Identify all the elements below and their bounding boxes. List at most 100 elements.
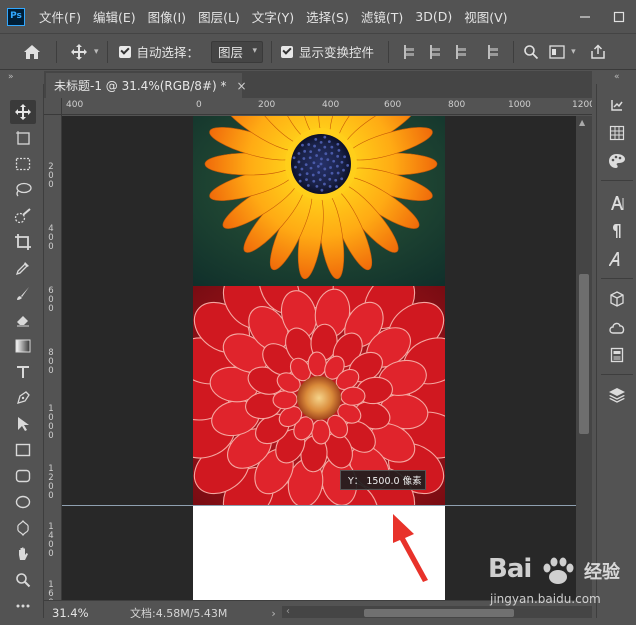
menu-select[interactable]: 选择(S) bbox=[306, 7, 349, 26]
type-tool-icon[interactable] bbox=[10, 360, 36, 384]
menu-bar: Ps 文件(F) 编辑(E) 图像(I) 图层(L) 文字(Y) 选择(S) 滤… bbox=[0, 0, 636, 33]
align-left-icon[interactable] bbox=[402, 44, 416, 59]
quick-select-tool-icon[interactable] bbox=[10, 204, 36, 228]
panel-dock bbox=[596, 84, 636, 625]
horizontal-ruler[interactable]: 400 0 200 400 600 800 1000 1200 bbox=[62, 98, 592, 115]
ruler-label: 800 bbox=[448, 100, 466, 110]
home-icon[interactable] bbox=[22, 42, 42, 62]
color-palette-icon[interactable] bbox=[605, 150, 629, 172]
ruler-label: 1400 bbox=[48, 522, 54, 559]
align-right-icon[interactable] bbox=[454, 44, 468, 59]
menu-edit[interactable]: 编辑(E) bbox=[93, 7, 136, 26]
show-transform-label: 显示变换控件 bbox=[299, 45, 375, 60]
watermark-url: jingyan.baidu.com bbox=[490, 592, 601, 606]
chevron-down-icon[interactable]: ▾ bbox=[571, 47, 576, 57]
ruler-label: 600 bbox=[48, 286, 54, 314]
vertical-scroll-thumb[interactable] bbox=[579, 274, 589, 434]
separator bbox=[601, 278, 633, 279]
canvas-area[interactable]: Y： 1500.0 像素 bbox=[62, 116, 576, 600]
artboard-tool-icon[interactable] bbox=[10, 126, 36, 150]
zoom-tool-icon[interactable] bbox=[10, 568, 36, 592]
crop-tool-icon[interactable] bbox=[10, 230, 36, 254]
close-icon[interactable]: × bbox=[237, 79, 247, 93]
ruler-label: 400 bbox=[48, 224, 54, 252]
minimize-icon[interactable] bbox=[568, 0, 602, 33]
menu-3d[interactable]: 3D(D) bbox=[415, 9, 452, 24]
lasso-tool-icon[interactable] bbox=[10, 178, 36, 202]
watermark-brand-suffix: 经验 bbox=[584, 562, 620, 583]
eraser-tool-icon[interactable] bbox=[10, 308, 36, 332]
brush-tool-icon[interactable] bbox=[10, 282, 36, 306]
separator bbox=[271, 40, 273, 63]
ruler-origin[interactable] bbox=[44, 98, 62, 115]
menu-filter[interactable]: 滤镜(T) bbox=[361, 7, 403, 26]
ruler-label: 400 bbox=[66, 100, 84, 110]
vertical-scrollbar[interactable]: ▲ bbox=[576, 116, 592, 600]
ruler-label: 400 bbox=[322, 100, 340, 110]
paw-logo-icon bbox=[543, 557, 574, 584]
separator bbox=[601, 374, 633, 375]
menu-layer[interactable]: 图层(L) bbox=[198, 7, 240, 26]
maximize-icon[interactable] bbox=[602, 0, 636, 33]
rectangle-tool-icon[interactable] bbox=[10, 438, 36, 462]
gradient-tool-icon[interactable] bbox=[10, 334, 36, 358]
pen-tool-icon[interactable] bbox=[10, 386, 36, 410]
layers-icon[interactable] bbox=[605, 384, 629, 406]
ruler-label: 1200 bbox=[48, 464, 54, 501]
properties-icon[interactable] bbox=[605, 344, 629, 366]
swatches-icon[interactable] bbox=[605, 122, 629, 144]
annotation-arrow-icon bbox=[393, 514, 428, 582]
photo-orange-daisy bbox=[193, 116, 445, 286]
baidu-jingyan-watermark: Bai 经验 jingyan.baidu.com bbox=[488, 554, 628, 614]
chevron-down-icon: ▾ bbox=[252, 45, 258, 56]
collapse-panels-icon[interactable]: « bbox=[614, 72, 620, 82]
horizontal-guide-line[interactable] bbox=[62, 505, 576, 506]
glyphs-panel-icon[interactable] bbox=[605, 248, 629, 270]
history-icon[interactable] bbox=[605, 94, 629, 116]
ruler-label: 0 bbox=[196, 100, 202, 110]
share-icon[interactable] bbox=[590, 43, 606, 60]
document-tab[interactable]: 未标题-1 @ 31.4%(RGB/8#) * × bbox=[46, 73, 247, 98]
distribute-icon[interactable] bbox=[486, 44, 500, 59]
eyedropper-tool-icon[interactable] bbox=[10, 256, 36, 280]
hand-tool-icon[interactable] bbox=[10, 542, 36, 566]
workspace-icon[interactable] bbox=[549, 44, 565, 59]
window-controls bbox=[568, 0, 636, 33]
more-tools-icon[interactable] bbox=[10, 594, 36, 618]
show-transform-checkbox[interactable] bbox=[281, 45, 294, 58]
dropdown-value: 图层 bbox=[218, 45, 244, 60]
guide-position-tooltip: Y： 1500.0 像素 bbox=[340, 470, 426, 490]
menu-file[interactable]: 文件(F) bbox=[39, 7, 81, 26]
chevron-down-icon[interactable]: ▾ bbox=[94, 47, 99, 57]
rounded-rect-tool-icon[interactable] bbox=[10, 464, 36, 488]
search-icon[interactable] bbox=[523, 44, 539, 60]
vertical-ruler[interactable]: 200 400 600 800 1000 1200 1400 1600 bbox=[44, 115, 62, 600]
ruler-label: 1600 bbox=[48, 580, 54, 601]
marquee-tool-icon[interactable] bbox=[10, 152, 36, 176]
move-tool-icon[interactable] bbox=[10, 100, 36, 124]
path-select-tool-icon[interactable] bbox=[10, 412, 36, 436]
3d-panel-icon[interactable] bbox=[605, 288, 629, 310]
ruler-label: 200 bbox=[258, 100, 276, 110]
separator bbox=[601, 180, 633, 181]
document-tab-strip: 未标题-1 @ 31.4%(RGB/8#) * × bbox=[44, 71, 592, 98]
auto-select-target-dropdown[interactable]: 图层 ▾ bbox=[211, 40, 264, 63]
menu-type[interactable]: 文字(Y) bbox=[252, 7, 294, 26]
libraries-icon[interactable] bbox=[605, 316, 629, 338]
custom-shape-tool-icon[interactable] bbox=[10, 516, 36, 540]
menu-image[interactable]: 图像(I) bbox=[148, 7, 186, 26]
paragraph-panel-icon[interactable] bbox=[605, 220, 629, 242]
collapse-toolbar-icon[interactable]: » bbox=[8, 72, 14, 82]
ruler-label: 1200 bbox=[572, 100, 592, 110]
scroll-up-icon[interactable]: ▲ bbox=[579, 118, 585, 127]
scroll-left-icon[interactable]: ‹ bbox=[286, 606, 290, 617]
options-bar: ▾ 自动选择： 图层 ▾ 显示变换控件 ▾ bbox=[0, 33, 636, 70]
menu-view[interactable]: 视图(V) bbox=[464, 7, 507, 26]
align-center-icon[interactable] bbox=[428, 44, 442, 59]
character-panel-icon[interactable] bbox=[605, 192, 629, 214]
ellipse-tool-icon[interactable] bbox=[10, 490, 36, 514]
auto-select-checkbox[interactable] bbox=[118, 45, 131, 58]
ruler-label: 200 bbox=[48, 162, 54, 190]
move-tool-icon[interactable] bbox=[70, 43, 88, 61]
separator bbox=[513, 40, 515, 63]
